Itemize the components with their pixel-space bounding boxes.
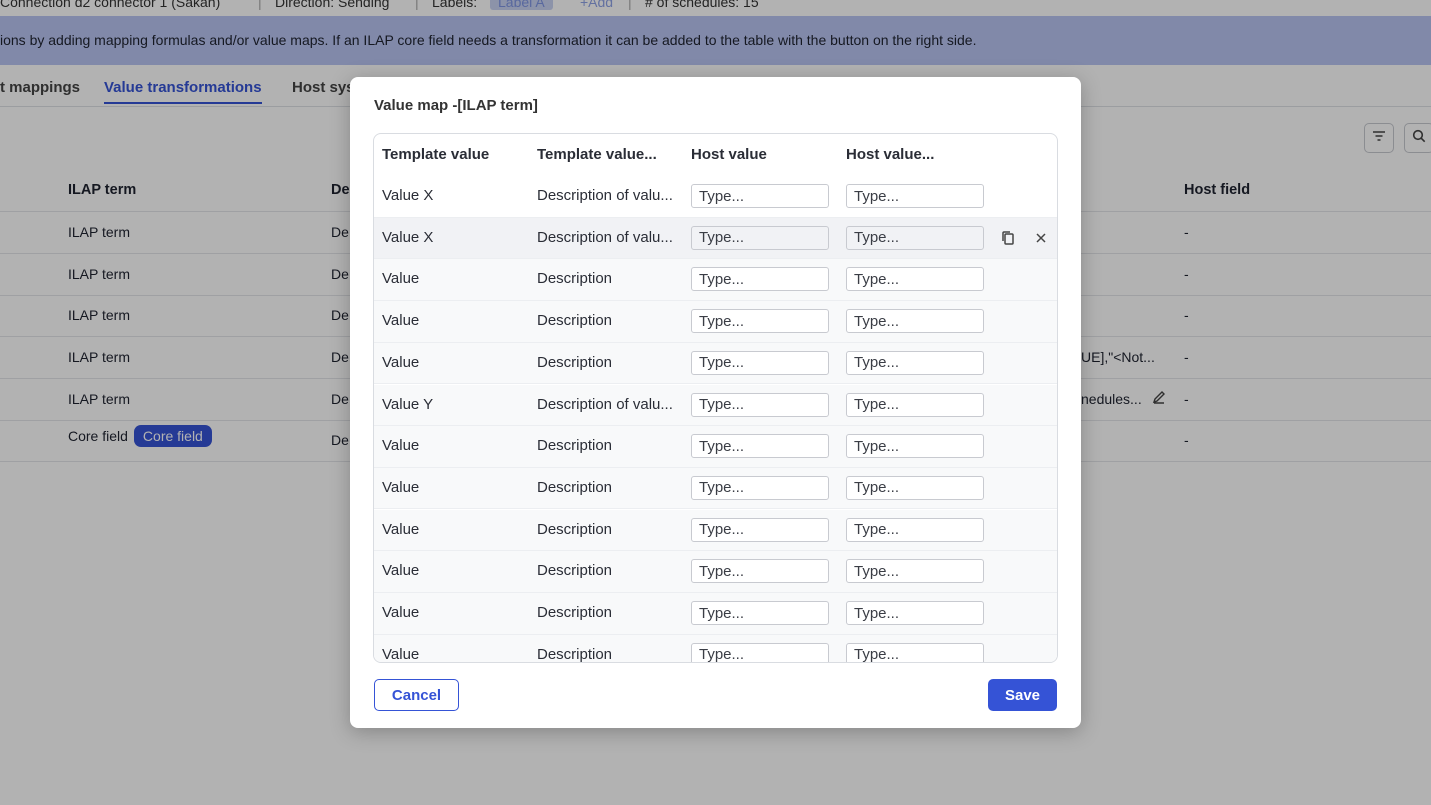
template-description-cell: Description of valu... [537, 228, 673, 246]
template-value-cell: Value [382, 478, 420, 496]
template-description-cell: Description [537, 604, 613, 621]
table-row[interactable]: Value Description [374, 426, 1057, 468]
host-value-description-input[interactable] [846, 559, 984, 584]
template-description-cell: Description of valu... [537, 395, 673, 413]
close-icon[interactable] [1032, 229, 1050, 247]
save-button[interactable]: Save [988, 679, 1057, 711]
template-description-cell: Description of valu... [537, 187, 673, 204]
table-row[interactable]: Value Description [374, 467, 1057, 510]
host-value-input[interactable] [691, 475, 829, 500]
header-template-value-description: Template value... [537, 146, 657, 163]
template-value-cell: Value [382, 562, 420, 580]
host-value-input[interactable] [691, 517, 829, 542]
table-row[interactable]: Value X Description of valu... [374, 176, 1057, 218]
value-map-table-header: Template value Template value... Host va… [374, 134, 1057, 177]
template-description-cell: Description [537, 520, 613, 538]
table-row[interactable]: Value Description [374, 634, 1057, 663]
header-template-value: Template value [382, 146, 490, 163]
host-value-description-input[interactable] [846, 434, 984, 459]
host-value-description-input[interactable] [846, 475, 984, 500]
host-value-description-input[interactable] [846, 309, 984, 334]
template-description-cell: Description [537, 478, 613, 496]
template-value-cell: Value X [382, 187, 434, 204]
table-row[interactable]: Value Description [374, 509, 1057, 552]
template-value-cell: Value X [382, 228, 434, 246]
template-value-cell: Value [382, 270, 420, 288]
host-value-input[interactable] [691, 601, 829, 625]
host-value-input[interactable] [691, 267, 829, 292]
host-value-input[interactable] [691, 309, 829, 334]
template-value-cell: Value [382, 353, 420, 371]
host-value-description-input[interactable] [846, 392, 984, 417]
template-value-cell: Value Y [382, 395, 434, 413]
dialog-title: Value map -[ILAP term] [374, 97, 538, 114]
copy-icon[interactable] [999, 229, 1017, 247]
host-value-input[interactable] [691, 350, 829, 375]
host-value-description-input[interactable] [846, 350, 984, 375]
cancel-button[interactable]: Cancel [374, 679, 459, 711]
host-value-description-input[interactable] [846, 267, 984, 292]
table-row[interactable]: Value Description [374, 301, 1057, 343]
template-description-cell: Description [537, 270, 613, 288]
template-description-cell: Description [537, 562, 613, 580]
table-row[interactable]: Value Description [374, 593, 1057, 635]
template-value-cell: Value [382, 520, 420, 538]
host-value-description-input[interactable] [846, 225, 984, 250]
header-host-value-description: Host value... [846, 146, 935, 163]
table-row[interactable]: Value Description [374, 342, 1057, 385]
value-map-dialog: Value map -[ILAP term] Template value Te… [350, 77, 1081, 728]
host-value-input[interactable] [691, 225, 829, 250]
table-row[interactable]: Value Description [374, 259, 1057, 301]
table-row[interactable]: Value X Description of valu... [374, 217, 1057, 260]
header-host-value: Host value [691, 146, 767, 163]
table-row[interactable]: Value Y Description of valu... [374, 384, 1057, 426]
template-description-cell: Description [537, 437, 613, 455]
host-value-input[interactable] [691, 434, 829, 459]
host-value-description-input[interactable] [846, 517, 984, 542]
template-value-cell: Value [382, 312, 420, 330]
template-description-cell: Description [537, 312, 613, 330]
template-value-cell: Value [382, 604, 420, 621]
host-value-input[interactable] [691, 392, 829, 417]
template-description-cell: Description [537, 353, 613, 371]
template-value-cell: Value [382, 437, 420, 455]
table-row[interactable]: Value Description [374, 551, 1057, 593]
template-description-cell: Description [537, 645, 613, 663]
host-value-input[interactable] [691, 642, 829, 662]
host-value-description-input[interactable] [846, 184, 984, 208]
host-value-input[interactable] [691, 559, 829, 584]
value-map-table: Template value Template value... Host va… [373, 133, 1058, 663]
template-value-cell: Value [382, 645, 420, 663]
host-value-description-input[interactable] [846, 601, 984, 625]
host-value-input[interactable] [691, 184, 829, 208]
host-value-description-input[interactable] [846, 642, 984, 662]
